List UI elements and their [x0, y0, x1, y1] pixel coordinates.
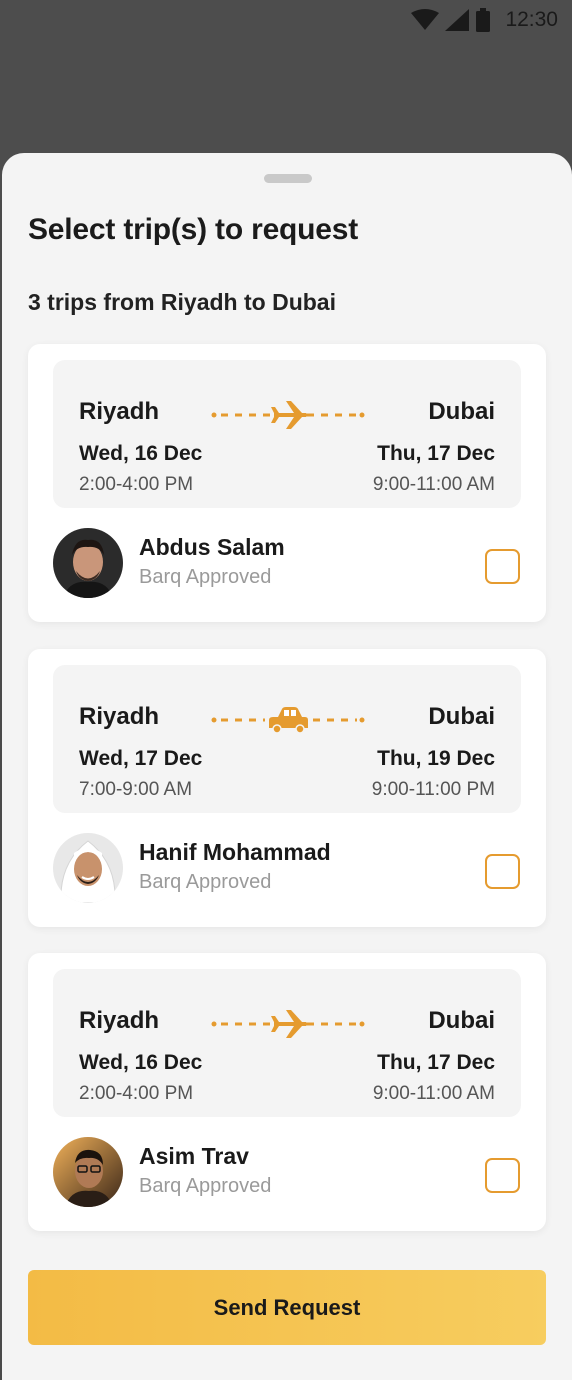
plane-icon	[271, 1010, 308, 1038]
trips-summary: 3 trips from Riyadh to Dubai	[28, 289, 336, 315]
cellular-signal-icon	[445, 9, 470, 31]
route-summary: Riyadh Dubai Wed, 16 Dec Thu, 17 Dec 2:0…	[53, 969, 521, 1117]
arrival-date: Thu, 17 Dec	[377, 1051, 495, 1074]
departure-date: Wed, 16 Dec	[79, 1051, 203, 1074]
driver-avatar	[53, 1137, 123, 1207]
driver-avatar	[53, 528, 123, 598]
origin-city: Riyadh	[79, 703, 160, 730]
wifi-icon	[411, 9, 440, 30]
departure-time: 2:00-4:00 PM	[79, 474, 194, 495]
trip-select-checkbox[interactable]	[485, 854, 520, 889]
route-summary: Riyadh Dubai Wed, 17 Dec Thu, 19 Dec 7:0…	[53, 665, 521, 813]
arrival-date: Thu, 19 Dec	[377, 747, 495, 770]
route-dashed-line	[211, 707, 365, 734]
destination-city: Dubai	[428, 703, 495, 730]
sheet-title: Select trip(s) to request	[28, 213, 359, 246]
driver-status: Barq Approved	[139, 871, 272, 893]
battery-icon	[476, 8, 491, 32]
driver-avatar	[53, 833, 123, 903]
plane-icon	[271, 401, 308, 429]
driver-name: Hanif Mohammad	[139, 839, 331, 865]
driver-status: Barq Approved	[139, 1175, 272, 1197]
trip-select-checkbox[interactable]	[485, 1158, 520, 1193]
origin-city: Riyadh	[79, 1007, 160, 1034]
status-bar: 12:30	[0, 0, 572, 40]
departure-date: Wed, 16 Dec	[79, 442, 203, 465]
arrival-time: 9:00-11:00 AM	[372, 1083, 495, 1104]
driver-name: Asim Trav	[139, 1143, 249, 1169]
trip-card[interactable]: Riyadh Dubai Wed, 16 Dec Thu, 17 Dec 2:0…	[28, 344, 546, 622]
arrival-time: 9:00-11:00 AM	[372, 474, 495, 495]
status-time: 12:30	[505, 8, 558, 31]
drag-handle[interactable]	[264, 174, 312, 183]
arrival-date: Thu, 17 Dec	[377, 442, 495, 465]
route-summary: Riyadh Dubai Wed, 16 Dec Thu, 17 Dec 2:0…	[53, 360, 521, 508]
route-dashed-line	[211, 401, 365, 429]
arrival-time: 9:00-11:00 PM	[371, 779, 495, 800]
trip-card[interactable]: Riyadh Dubai Wed, 17 Dec Thu, 19 Dec 7:0…	[28, 649, 546, 927]
departure-time: 2:00-4:00 PM	[79, 1083, 194, 1104]
origin-city: Riyadh	[79, 398, 160, 425]
send-request-button[interactable]: Send Request	[28, 1270, 546, 1345]
trip-select-checkbox[interactable]	[485, 549, 520, 584]
destination-city: Dubai	[428, 1007, 495, 1034]
route-dashed-line	[211, 1010, 365, 1038]
destination-city: Dubai	[428, 398, 495, 425]
driver-status: Barq Approved	[139, 566, 272, 588]
trip-card[interactable]: Riyadh Dubai Wed, 16 Dec Thu, 17 Dec 2:0…	[28, 953, 546, 1231]
departure-time: 7:00-9:00 AM	[79, 779, 193, 800]
departure-date: Wed, 17 Dec	[79, 747, 203, 770]
car-icon	[269, 707, 308, 734]
bottom-sheet: Select trip(s) to request 3 trips from R…	[2, 153, 572, 1380]
driver-name: Abdus Salam	[139, 534, 285, 560]
